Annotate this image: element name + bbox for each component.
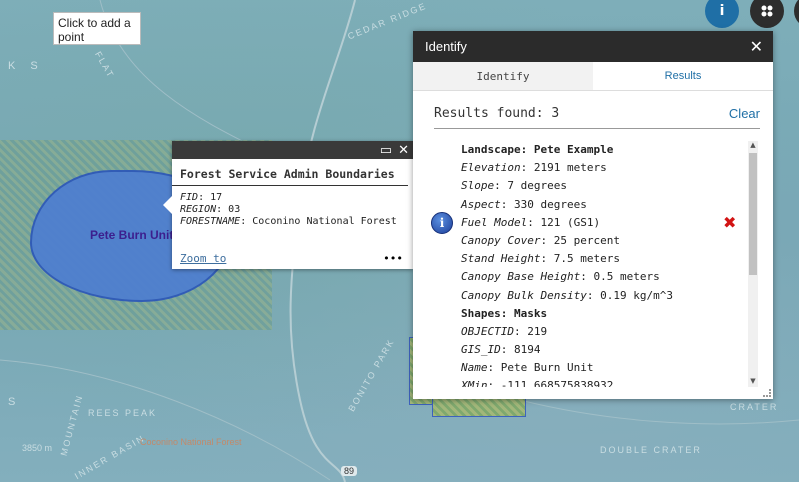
- place-label: K S: [8, 60, 44, 72]
- highway-shield: 89: [341, 466, 358, 476]
- results-list[interactable]: i ✖ Landscape: Pete Example Elevation: 21…: [413, 137, 773, 387]
- results-scrollbar[interactable]: ▲ ▼: [748, 141, 758, 387]
- scroll-thumb[interactable]: [749, 153, 757, 275]
- burn-unit-label: Pete Burn Unit: [90, 228, 174, 242]
- result-attribute-row: GIS_ID: 8194: [461, 343, 541, 357]
- info-icon-label: i: [719, 3, 725, 19]
- maximize-icon[interactable]: ▭: [380, 143, 392, 158]
- popup-field: FID: 17: [180, 192, 223, 203]
- popup-fields: FID: 17 REGION: 03 FORESTNAME: Coconino …: [172, 186, 413, 234]
- zoom-to-link[interactable]: Zoom to: [180, 252, 226, 265]
- identify-tabs: Identify Results: [413, 62, 773, 91]
- result-attribute-row: XMin: -111.668575838932: [461, 379, 614, 387]
- close-icon[interactable]: ✕: [398, 143, 409, 158]
- result-attribute-row: Aspect: 330 degrees: [461, 197, 587, 211]
- scroll-up-icon[interactable]: ▲: [748, 141, 758, 151]
- result-attribute-row: OBJECTID: 219: [461, 324, 548, 338]
- result-layer-heading: Shapes: Masks: [461, 306, 548, 320]
- result-attributes: Landscape: Pete Example Elevation: 2191 m…: [461, 141, 741, 387]
- tab-identify[interactable]: Identify: [413, 62, 593, 90]
- identify-panel: Identify ✕ Identify Results Results foun…: [413, 31, 773, 399]
- place-label: S: [8, 396, 18, 408]
- popup-field: REGION: 03: [180, 204, 241, 215]
- result-attribute-row: Canopy Base Height: 0.5 meters: [461, 270, 660, 284]
- more-actions-icon[interactable]: •••: [383, 252, 403, 265]
- place-label: DOUBLE CRATER: [600, 445, 702, 455]
- resize-handle-icon[interactable]: [763, 389, 771, 397]
- identify-header: Identify ✕: [413, 31, 773, 62]
- popup-field: FORESTNAME: Coconino National Forest: [180, 216, 397, 227]
- identify-title: Identify: [425, 39, 467, 54]
- place-label: Coconino National Forest: [140, 437, 242, 447]
- tab-results[interactable]: Results: [593, 62, 773, 90]
- place-label: CRATER: [730, 402, 779, 412]
- scroll-down-icon[interactable]: ▼: [748, 377, 758, 387]
- result-attribute-row: Slope: 7 degrees: [461, 179, 567, 193]
- feature-popup: ▭ ✕ Forest Service Admin Boundaries FID:…: [163, 141, 413, 269]
- result-attribute-row: Canopy Cover: 25 percent: [461, 233, 620, 247]
- elevation-label: 3850 m: [22, 443, 53, 453]
- results-summary: Results found: 3 Clear: [434, 99, 760, 129]
- place-label: REES PEAK: [88, 408, 158, 418]
- result-attribute-row: Elevation: 2191 meters: [461, 161, 607, 175]
- result-attribute-row: Fuel Model: 121 (GS1): [461, 215, 601, 229]
- result-attribute-row: Canopy Bulk Density: 0.19 kg/m^3: [461, 288, 673, 302]
- info-icon[interactable]: i: [431, 212, 453, 234]
- result-layer-heading: Landscape: Pete Example: [461, 143, 614, 156]
- popup-pointer: [163, 196, 172, 214]
- popup-header: ▭ ✕: [172, 141, 413, 159]
- close-icon[interactable]: ✕: [750, 37, 763, 57]
- add-point-tooltip: Click to add a point: [53, 12, 141, 45]
- clear-button[interactable]: Clear: [729, 106, 760, 121]
- results-count: Results found: 3: [434, 106, 560, 121]
- result-attribute-row: Stand Height: 7.5 meters: [461, 252, 620, 266]
- popup-title: Forest Service Admin Boundaries: [172, 159, 408, 186]
- result-attribute-row: Name: Pete Burn Unit: [461, 361, 594, 375]
